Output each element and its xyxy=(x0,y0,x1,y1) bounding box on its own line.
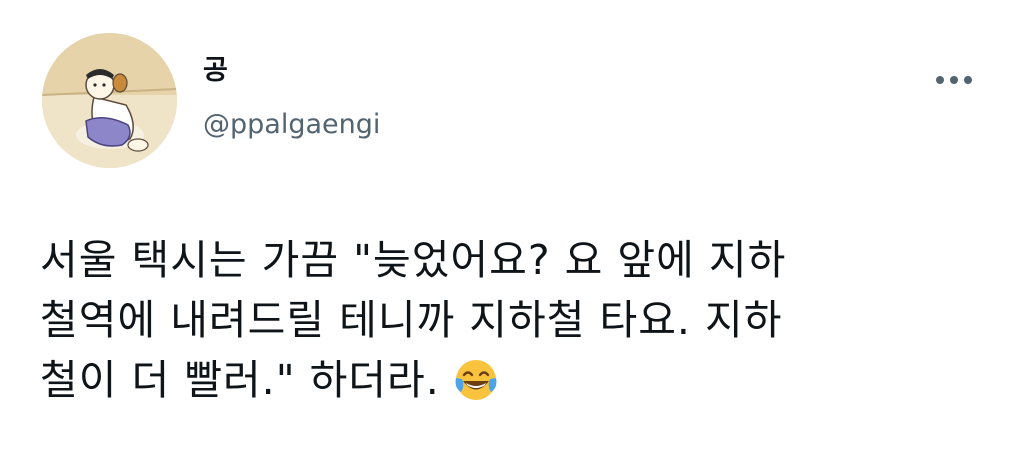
user-handle[interactable]: @ppalgaengi xyxy=(203,108,380,142)
display-name[interactable]: 공 xyxy=(203,55,228,87)
cartoon-avatar-icon xyxy=(42,33,177,168)
avatar[interactable] xyxy=(42,33,177,168)
tweet-card: 공 @ppalgaengi 서울 택시는 가끔 "늦었어요? 요 앞에 지하 철… xyxy=(0,0,1024,462)
tweet-text-line: 철역에 내려드릴 테니까 지하철 타요. 지하 xyxy=(40,296,783,344)
face-with-tears-of-joy-icon xyxy=(455,360,497,400)
tweet-text: 서울 택시는 가끔 "늦었어요? 요 앞에 지하 철역에 내려드릴 테니까 지하… xyxy=(40,230,1000,410)
tweet-text-line: 서울 택시는 가끔 "늦었어요? 요 앞에 지하 xyxy=(40,236,787,284)
tweet-text-line-content: 철이 더 빨러." 하더라. xyxy=(40,356,440,404)
more-button[interactable] xyxy=(928,58,980,96)
tweet-text-line-last: 철이 더 빨러." 하더라. xyxy=(40,350,1000,410)
